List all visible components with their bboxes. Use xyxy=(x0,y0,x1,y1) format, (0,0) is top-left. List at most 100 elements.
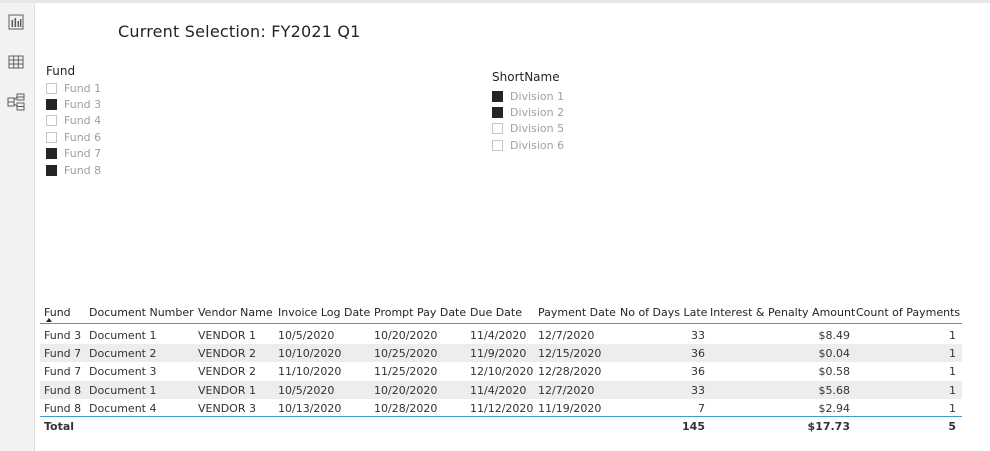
shortname-slicer-item-label: Division 2 xyxy=(510,105,565,119)
checkbox-icon[interactable] xyxy=(492,139,503,151)
table-cell: 33 xyxy=(691,383,705,397)
total-label: Total xyxy=(44,420,75,433)
table-row[interactable]: Fund 8 Document 4 VENDOR 3 10/13/2020 10/28/… xyxy=(40,399,962,417)
table-cell: 1 xyxy=(949,347,956,361)
table-cell: $0.58 xyxy=(818,365,851,379)
checkbox-icon[interactable] xyxy=(492,123,503,135)
fund-slicer-item[interactable]: Fund 8 xyxy=(46,162,101,178)
table-row[interactable]: Fund 8 Document 1 VENDOR 1 10/5/2020 10/20/2… xyxy=(40,380,962,399)
fund-slicer-item[interactable]: Fund 3 xyxy=(46,96,101,112)
table-cell: Fund 3 xyxy=(44,329,82,342)
table-cell: $8.49 xyxy=(818,329,851,342)
table-cell: 36 xyxy=(691,365,705,379)
table-row[interactable]: Fund 7 Document 3 VENDOR 2 11/10/2020 11/25/… xyxy=(40,362,962,380)
total-amount: $17.73 xyxy=(807,420,850,433)
shortname-slicer-item[interactable]: Division 1 xyxy=(492,88,564,104)
fund-slicer-item-label: Fund 6 xyxy=(64,130,102,144)
fund-slicer-item[interactable]: Fund 6 xyxy=(46,129,101,145)
table-cell: 7 xyxy=(698,401,705,415)
column-header[interactable]: Count of Payments xyxy=(856,306,960,319)
data-view-icon[interactable] xyxy=(6,52,26,72)
table-row[interactable]: Fund 7 Document 2 VENDOR 2 10/10/2020 10/25/… xyxy=(40,344,962,363)
table-cell: Document 3 xyxy=(89,365,157,379)
table-cell: 12/7/2020 xyxy=(538,329,595,342)
table-cell: 10/5/2020 xyxy=(278,329,335,342)
table-cell: 11/19/2020 xyxy=(538,401,602,415)
table-cell: Fund 7 xyxy=(44,347,82,361)
table-cell: 11/4/2020 xyxy=(470,329,527,342)
shortname-slicer-item[interactable]: Division 6 xyxy=(492,137,564,153)
model-view-icon[interactable] xyxy=(6,92,26,112)
table-cell: $2.94 xyxy=(818,401,851,415)
table-cell: 10/10/2020 xyxy=(278,347,342,361)
table-cell: $0.04 xyxy=(818,347,851,361)
column-header[interactable]: No of Days Late xyxy=(620,306,707,319)
table-cell: Document 4 xyxy=(89,401,157,415)
fund-slicer-item-label: Fund 8 xyxy=(64,163,102,177)
column-header[interactable]: Document Number xyxy=(89,306,194,319)
column-header[interactable]: Prompt Pay Date xyxy=(374,306,466,319)
table-cell: Fund 8 xyxy=(44,401,82,415)
shortname-slicer-item-label: Division 1 xyxy=(510,89,565,103)
checkbox-icon[interactable] xyxy=(46,131,57,143)
shortname-slicer-item-label: Division 5 xyxy=(510,122,565,136)
checkbox-icon[interactable] xyxy=(46,98,57,110)
table-cell: 10/25/2020 xyxy=(374,347,438,361)
table-cell: 11/12/2020 xyxy=(470,401,534,415)
table-row[interactable]: Fund 3 Document 1 VENDOR 1 10/5/2020 10/20/2… xyxy=(40,326,962,344)
table-cell: VENDOR 1 xyxy=(198,329,256,342)
table-cell: 33 xyxy=(691,329,705,342)
table-total-row: Total 145 $17.73 5 xyxy=(40,416,962,434)
table-cell: Document 2 xyxy=(89,347,157,361)
report-canvas: Current Selection: FY2021 Q1 Fund Fund 1… xyxy=(36,3,990,451)
table-cell: Document 1 xyxy=(89,329,157,342)
fund-slicer-header: Fund xyxy=(46,64,76,78)
checkbox-icon[interactable] xyxy=(46,148,57,160)
table-cell: $5.68 xyxy=(818,383,851,397)
table-cell: 10/20/2020 xyxy=(374,383,438,397)
shortname-slicer-header: ShortName xyxy=(492,70,560,84)
table-cell: VENDOR 3 xyxy=(198,401,256,415)
checkbox-icon[interactable] xyxy=(492,106,503,118)
total-count: 5 xyxy=(948,420,956,433)
shortname-slicer-item[interactable]: Division 5 xyxy=(492,121,564,137)
column-header[interactable]: Invoice Log Date xyxy=(278,306,370,319)
page-title: Current Selection: FY2021 Q1 xyxy=(118,22,361,41)
checkbox-icon[interactable] xyxy=(492,90,503,102)
checkbox-icon[interactable] xyxy=(46,164,57,176)
table-cell: 10/5/2020 xyxy=(278,383,335,397)
table-cell: 12/7/2020 xyxy=(538,383,595,397)
table-cell: 10/28/2020 xyxy=(374,401,438,415)
table-header: Fund Document Number Vendor Name Invoice Lo… xyxy=(40,302,962,324)
fund-slicer-item[interactable]: Fund 4 xyxy=(46,113,101,129)
table-cell: 1 xyxy=(949,365,956,379)
fund-slicer-item-label: Fund 7 xyxy=(64,147,102,161)
table-cell: 10/13/2020 xyxy=(278,401,342,415)
checkbox-icon[interactable] xyxy=(46,82,57,94)
table-cell: 11/10/2020 xyxy=(278,365,342,379)
table-cell: VENDOR 2 xyxy=(198,365,256,379)
table-cell: 12/15/2020 xyxy=(538,347,602,361)
total-days-late: 145 xyxy=(682,420,705,433)
checkbox-icon[interactable] xyxy=(46,115,57,127)
table-cell: 1 xyxy=(949,329,956,342)
table-cell: 1 xyxy=(949,383,956,397)
fund-slicer-item-label: Fund 4 xyxy=(64,114,102,128)
table-cell: Fund 8 xyxy=(44,383,82,397)
column-header[interactable]: Interest & Penalty Amount xyxy=(710,306,855,319)
fund-slicer-item-label: Fund 1 xyxy=(64,81,102,95)
column-header[interactable]: Fund xyxy=(44,306,71,319)
shortname-slicer-item[interactable]: Division 2 xyxy=(492,104,564,120)
fund-slicer-item[interactable]: Fund 7 xyxy=(46,146,101,162)
left-view-rail xyxy=(0,3,35,451)
table-cell: Document 1 xyxy=(89,383,157,397)
column-header[interactable]: Due Date xyxy=(470,306,522,319)
table-cell: VENDOR 2 xyxy=(198,347,256,361)
table-cell: 11/25/2020 xyxy=(374,365,438,379)
fund-slicer-item[interactable]: Fund 1 xyxy=(46,80,101,96)
column-header[interactable]: Payment Date xyxy=(538,306,616,319)
column-header[interactable]: Vendor Name xyxy=(198,306,273,319)
table-cell: 12/28/2020 xyxy=(538,365,602,379)
report-view-icon[interactable] xyxy=(6,12,26,32)
table-cell: 36 xyxy=(691,347,705,361)
